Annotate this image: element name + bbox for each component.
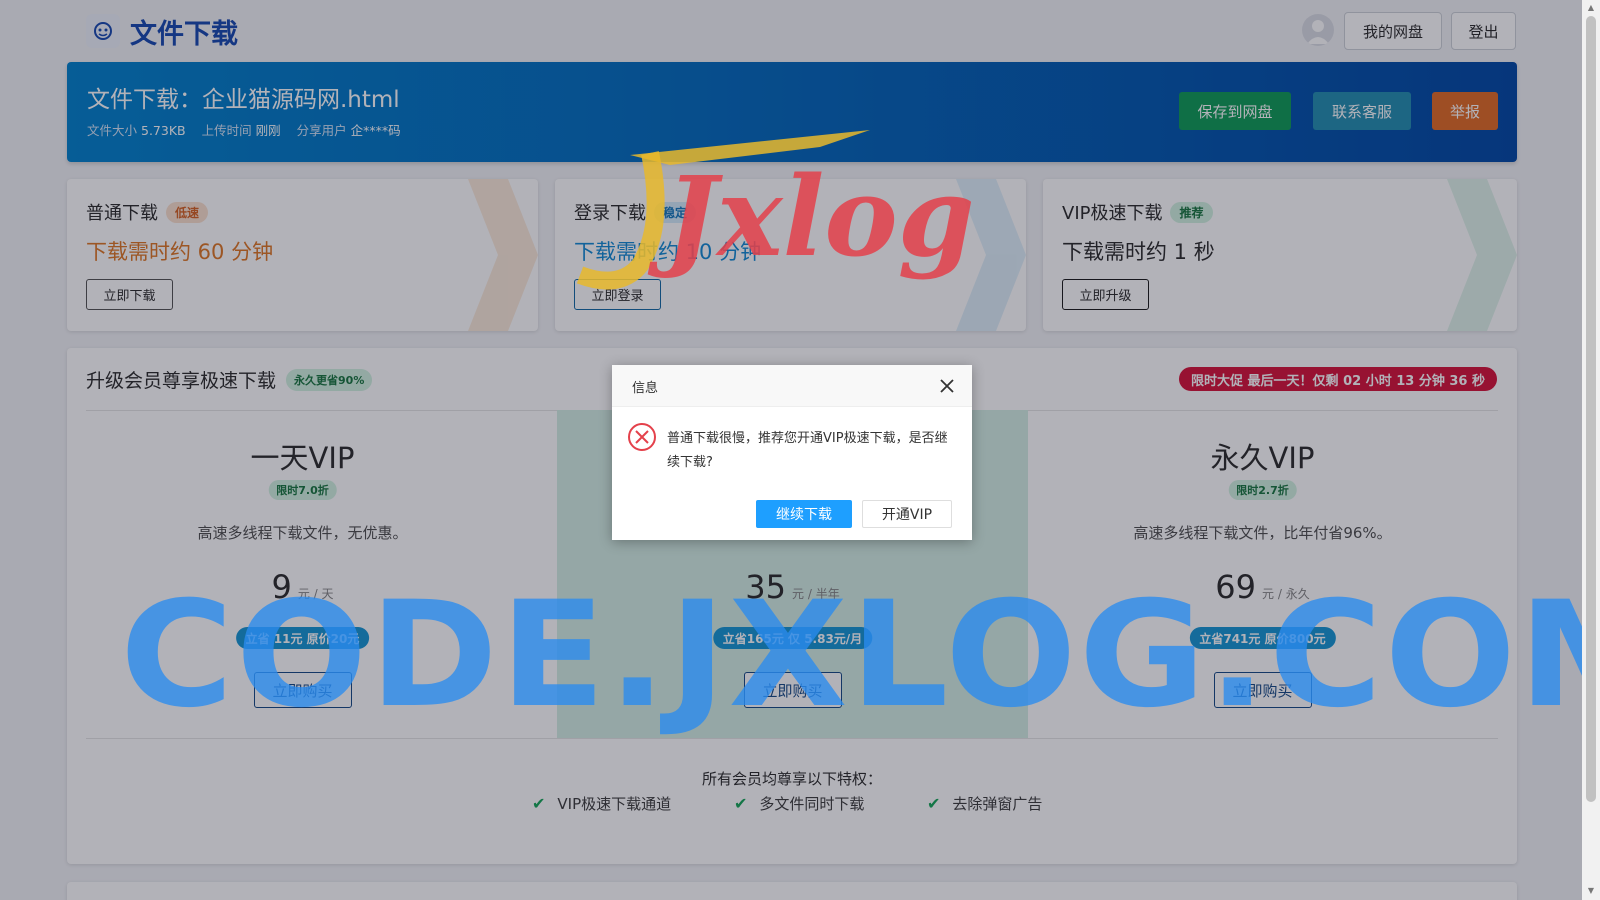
dialog-message: 普通下载很慢，推荐您开通VIP极速下载，是否继续下载? xyxy=(667,431,948,470)
dialog-title: 信息 xyxy=(612,365,972,407)
open-vip-button[interactable]: 开通VIP xyxy=(862,500,952,528)
vertical-scrollbar[interactable]: ▲ ▼ xyxy=(1582,0,1600,900)
info-dialog: 信息 普通下载很慢，推荐您开通VIP极速下载，是否继续下载? 继续下载 开通VI… xyxy=(612,365,972,540)
watermark-logo: Jxlog xyxy=(576,130,975,290)
continue-download-button[interactable]: 继续下载 xyxy=(756,500,852,528)
watermark-logo-text: Jxlog xyxy=(647,152,975,281)
error-icon xyxy=(628,423,656,451)
scroll-down-icon[interactable]: ▼ xyxy=(1586,886,1596,896)
scroll-thumb[interactable] xyxy=(1586,16,1596,802)
scroll-up-icon[interactable]: ▲ xyxy=(1586,3,1596,13)
watermark-url-text: CODE.JXLOG.COM xyxy=(120,570,1600,740)
close-icon[interactable] xyxy=(938,377,956,395)
